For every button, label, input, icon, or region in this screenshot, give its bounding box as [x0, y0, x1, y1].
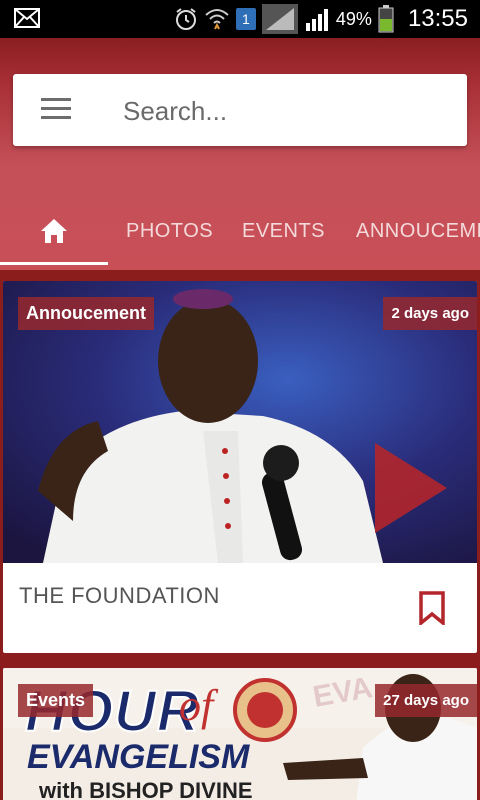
- poster-subheading: EVANGELISM: [27, 738, 250, 776]
- search-input[interactable]: [121, 88, 455, 134]
- sim-slot-badge: 1: [235, 8, 256, 30]
- time-badge: 2 days ago: [383, 297, 477, 330]
- tab-annoucements[interactable]: ANNOUCEME: [356, 200, 480, 262]
- signal-icon: [261, 4, 298, 34]
- category-badge: Events: [18, 684, 94, 717]
- tab-events[interactable]: EVENTS: [242, 200, 325, 262]
- home-icon: [41, 219, 67, 243]
- search-bar: [13, 74, 467, 146]
- play-icon[interactable]: [375, 443, 447, 533]
- category-badge: Annoucement: [18, 297, 155, 330]
- poster-heading-of: of: [179, 681, 214, 730]
- wifi-icon: [205, 9, 229, 30]
- menu-icon[interactable]: [41, 98, 71, 122]
- poster-host: with BISHOP DIVINE: [39, 778, 253, 800]
- time-badge: 27 days ago: [375, 684, 477, 717]
- mail-icon: [14, 8, 40, 28]
- tab-bar: PHOTOS EVENTS ANNOUCEME: [0, 200, 480, 266]
- app-header: PHOTOS EVENTS ANNOUCEME: [0, 38, 480, 270]
- battery-icon: [378, 5, 394, 33]
- post-title: THE FOUNDATION: [19, 583, 220, 608]
- alarm-icon: [175, 8, 196, 30]
- tab-home[interactable]: [0, 200, 108, 265]
- clock: 13:55: [407, 5, 468, 32]
- tab-photos[interactable]: PHOTOS: [126, 200, 213, 262]
- feed-list: Annoucement 2 days ago THE FOUNDATION HO…: [0, 270, 480, 800]
- bookmark-icon[interactable]: [419, 591, 445, 625]
- feed-card[interactable]: Annoucement 2 days ago THE FOUNDATION: [3, 281, 477, 653]
- battery-percent: 49%: [335, 8, 372, 29]
- feed-card[interactable]: HOUR of EVANGELISM with BISHOP DIVINE EV…: [3, 668, 477, 800]
- status-bar: 1 49% 13:55: [0, 0, 480, 38]
- signal-icon: [305, 9, 328, 31]
